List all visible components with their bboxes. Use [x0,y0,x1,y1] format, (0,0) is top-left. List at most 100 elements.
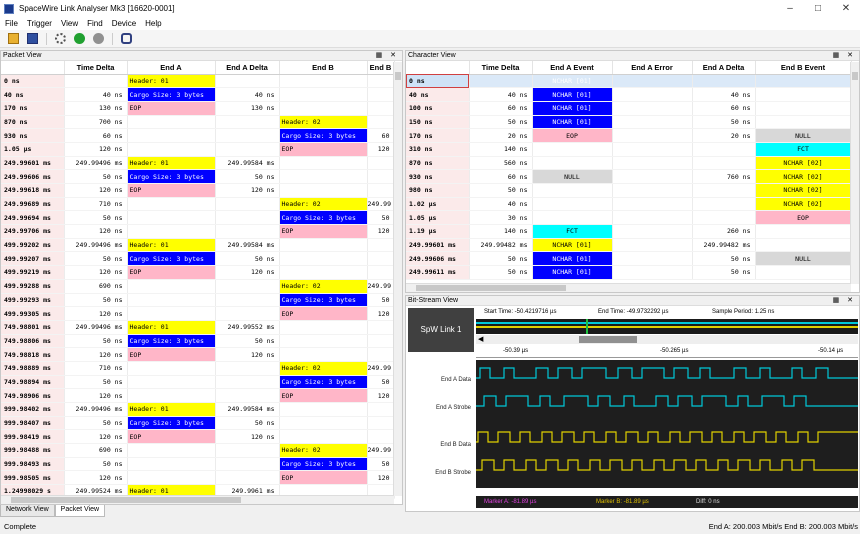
table-row[interactable]: 0 ns Header: 01 [1,74,395,89]
table-row[interactable]: 499.99293 ms 50 ns Cargo Size: 3 bytes 50 [1,293,395,308]
table-row[interactable]: 249.99611 ms 50 ns NCHAR [01] 50 ns [406,265,852,280]
table-row[interactable]: 249.99706 ms 120 ns EOP 120 [1,224,395,239]
col-time[interactable] [1,61,65,75]
table-row[interactable]: 310 ns 140 ns FCT [406,142,852,157]
value-cell: 50 ns [64,334,128,349]
table-row[interactable]: 930 ns 60 ns NULL 760 ns NCHAR [02] [406,169,852,184]
table-row[interactable]: 1.05 µs 30 ns EOP [406,210,852,226]
menu-device[interactable]: Device [112,19,136,28]
table-row[interactable]: 499.99202 ms 249.99496 ms Header: 01 249.99… [1,238,395,253]
table-row[interactable]: 749.98894 ms 50 ns Cargo Size: 3 bytes 50 [1,375,395,390]
col-end-b[interactable]: End B [279,61,368,75]
table-row[interactable]: 870 ns 560 ns NCHAR [02] [406,156,852,171]
overview-strip[interactable] [476,319,858,334]
table-row[interactable]: 40 ns 40 ns Cargo Size: 3 bytes 40 ns [1,87,395,102]
close-button[interactable]: ✕ [832,0,860,17]
table-row[interactable]: 999.98402 ms 249.99496 ms Header: 01 249.99… [1,402,395,417]
table-row[interactable]: 100 ns 60 ns NCHAR [01] 60 ns [406,101,852,116]
table-row[interactable]: 499.99288 ms 690 ns Header: 02 249.99 [1,279,395,294]
value-cell: 249.99 [367,361,395,376]
table-row[interactable]: 749.98806 ms 50 ns Cargo Size: 3 bytes 50 n… [1,334,395,349]
table-row[interactable]: 999.98419 ms 120 ns EOP 120 ns [1,429,395,445]
play-icon[interactable] [74,33,85,44]
col-end-a-delta[interactable]: End A Delta [692,61,756,75]
save-icon[interactable] [27,33,38,44]
time-cell: 100 ns [406,101,470,116]
table-row[interactable]: 870 ns 700 ns Header: 02 [1,115,395,130]
table-row[interactable]: 980 ns 50 ns NCHAR [02] [406,183,852,198]
packet-vscroll[interactable] [393,62,402,496]
table-row[interactable]: 749.98906 ms 120 ns EOP 120 [1,388,395,403]
time-cell: 40 ns [406,87,470,102]
col-time-delta[interactable]: Time Delta [469,61,533,75]
event-cell [755,101,852,116]
value-cell: 50 ns [469,115,533,130]
overview-scroll[interactable]: ◀ [476,335,858,344]
table-row[interactable]: 749.98818 ms 120 ns EOP 120 ns [1,347,395,362]
table-row[interactable]: 930 ns 60 ns Cargo Size: 3 bytes 60 [1,128,395,143]
table-row[interactable]: 999.98493 ms 50 ns Cargo Size: 3 bytes 50 [1,457,395,472]
col-time-delta[interactable]: Time Delta [64,61,128,75]
menu-view[interactable]: View [61,19,78,28]
event-cell: Header: 02 [279,115,368,130]
scroll-left-arrow[interactable]: ◀ [478,335,483,343]
table-row[interactable]: 249.99606 ms 50 ns NCHAR [01] 50 ns NULL [406,251,852,267]
character-hscroll[interactable] [406,283,851,292]
table-row[interactable]: 999.98505 ms 120 ns EOP 120 [1,470,395,486]
menu-file[interactable]: File [5,19,18,28]
table-row[interactable]: 749.98889 ms 710 ns Header: 02 249.99 [1,361,395,376]
table-row[interactable]: 249.99689 ms 710 ns Header: 02 249.99 [1,197,395,212]
col-end-a[interactable]: End A [127,61,216,75]
table-row[interactable]: 1.02 µs 40 ns NCHAR [02] [406,197,852,212]
table-row[interactable]: 749.98801 ms 249.99496 ms Header: 01 249.99… [1,320,395,335]
event-cell [279,265,368,280]
table-row[interactable]: 1.19 µs 140 ns FCT 260 ns [406,224,852,239]
character-vscroll[interactable] [850,62,859,284]
minimize-button[interactable]: – [776,0,804,17]
table-row[interactable]: 1.05 µs 120 ns EOP 120 [1,142,395,157]
status-bar: Complete End A: 200.003 Mbit/s End B: 20… [0,520,860,534]
settings-icon[interactable] [55,33,66,44]
table-row[interactable]: 249.99601 ms 249.99482 ms NCHAR [01] 249.99… [406,238,852,253]
table-row[interactable]: 249.99606 ms 50 ns Cargo Size: 3 bytes 50 n… [1,169,395,184]
tab-packet-view[interactable]: Packet View [54,505,106,517]
pane-controls[interactable]: ▦ ✕ [376,51,399,61]
col-end-b-event[interactable]: End B Event [755,61,852,75]
stop-icon[interactable] [93,33,104,44]
col-end-a-delta[interactable]: End A Delta [215,61,280,75]
table-row[interactable]: 999.98407 ms 50 ns Cargo Size: 3 bytes 50 n… [1,416,395,431]
table-row[interactable]: 499.99207 ms 50 ns Cargo Size: 3 bytes 50 n… [1,251,395,267]
packet-hscroll[interactable] [1,495,394,504]
table-row[interactable]: 150 ns 50 ns NCHAR [01] 50 ns [406,115,852,130]
col-time[interactable] [406,61,470,75]
table-row[interactable]: 170 ns 130 ns EOP 130 ns [1,101,395,116]
col-end-b-delta[interactable]: End B [367,61,395,75]
time-cell: 249.99606 ms [1,169,65,184]
pane-controls[interactable]: ▦ ✕ [833,51,856,61]
event-cell [755,74,852,89]
link-label-box[interactable]: SpW Link 1 [408,308,474,352]
open-folder-icon[interactable] [8,33,19,44]
menu-find[interactable]: Find [87,19,103,28]
table-row[interactable]: 499.99305 ms 120 ns EOP 120 [1,306,395,321]
table-row[interactable]: 40 ns 40 ns NCHAR [01] 40 ns [406,87,852,102]
menu-trigger[interactable]: Trigger [27,19,52,28]
table-row[interactable]: 999.98488 ms 690 ns Header: 02 249.99 [1,443,395,458]
waveform-area[interactable] [476,360,858,488]
maximize-button[interactable]: □ [804,0,832,17]
table-row[interactable]: 249.99618 ms 120 ns EOP 120 ns [1,183,395,198]
pane-controls[interactable]: ▦ ✕ [833,296,856,306]
value-cell [612,115,693,130]
table-row[interactable]: 0 ns NCHAR [01] [406,74,852,89]
event-cell [127,470,216,486]
find-icon[interactable] [121,33,132,44]
table-row[interactable]: 499.99219 ms 120 ns EOP 120 ns [1,265,395,280]
menu-help[interactable]: Help [145,19,161,28]
table-row[interactable]: 170 ns 20 ns EOP 20 ns NULL [406,128,852,143]
col-end-a-error[interactable]: End A Error [612,61,693,75]
table-row[interactable]: 249.99694 ms 50 ns Cargo Size: 3 bytes 50 [1,210,395,226]
col-end-a-event[interactable]: End A Event [532,61,613,75]
tab-network-view[interactable]: Network View [0,505,55,517]
table-row[interactable]: 249.99601 ms 249.99496 ms Header: 01 249.99… [1,156,395,171]
event-cell [755,87,852,102]
